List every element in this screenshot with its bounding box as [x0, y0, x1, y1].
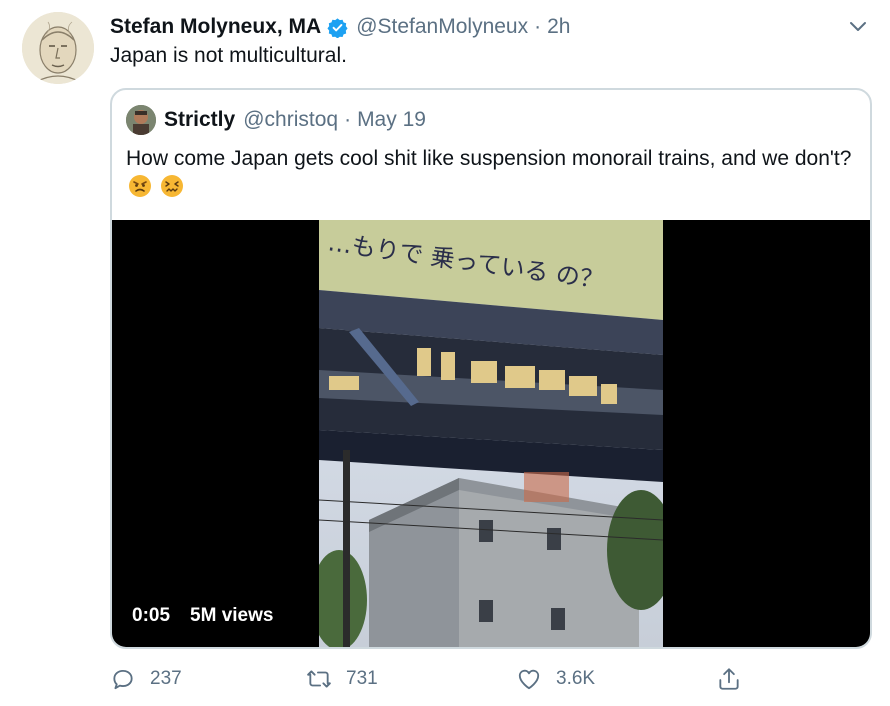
like-button[interactable]: 3.6K	[516, 664, 595, 694]
video-frame: …もりで 乗っている の？	[319, 220, 663, 647]
quoted-text-block: How come Japan gets cool shit like suspe…	[126, 144, 861, 202]
verified-badge-icon	[327, 17, 348, 38]
video-player[interactable]: …もりで 乗っている の？ 0:05 5M views	[112, 220, 870, 647]
tweet-time[interactable]: 2h	[547, 15, 570, 39]
retweet-count: 731	[346, 668, 378, 689]
reply-button[interactable]: 237	[110, 664, 182, 694]
quoted-time[interactable]: May 19	[357, 108, 426, 132]
video-views: 5M views	[190, 605, 274, 626]
quoted-tweet[interactable]: Strictly @christoq · May 19 How come Jap…	[110, 88, 872, 649]
share-icon	[719, 668, 739, 690]
author-handle[interactable]: @StefanMolyneux	[356, 15, 528, 39]
author-name[interactable]: Stefan Molyneux, MA	[110, 15, 321, 39]
like-count: 3.6K	[556, 668, 596, 689]
chevron-down-icon[interactable]	[846, 14, 870, 38]
quoted-author-name[interactable]: Strictly	[164, 108, 235, 132]
action-bar: 237 731 3.6K	[110, 664, 750, 694]
video-meta: 0:05 5M views	[132, 605, 273, 627]
quoted-text: How come Japan gets cool shit like suspe…	[126, 147, 852, 170]
retweet-button[interactable]: 731	[306, 664, 378, 694]
quoted-avatar[interactable]	[126, 105, 156, 135]
video-duration: 0:05	[132, 605, 171, 626]
angry-face-emoji-icon	[128, 174, 152, 198]
reply-icon	[113, 669, 133, 690]
retweet-icon	[307, 670, 331, 688]
quoted-author-handle[interactable]: @christoq	[243, 108, 338, 132]
separator-dot: ·	[344, 108, 352, 131]
tweet-text: Japan is not multicultural.	[110, 44, 347, 67]
confounded-face-emoji-icon	[160, 174, 184, 198]
share-button[interactable]	[716, 664, 756, 694]
reply-count: 237	[150, 668, 182, 689]
author-avatar[interactable]	[22, 12, 94, 84]
tweet-header: Stefan Molyneux, MA @StefanMolyneux · 2h	[110, 12, 870, 42]
separator-dot: ·	[534, 15, 542, 38]
heart-icon	[518, 669, 540, 690]
quoted-header: Strictly @christoq · May 19	[126, 104, 426, 136]
